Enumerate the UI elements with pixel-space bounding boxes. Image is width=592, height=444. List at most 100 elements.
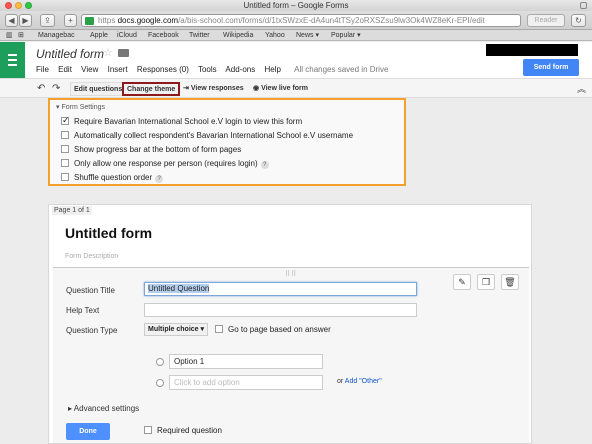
- bookmarks-bar: ▥ ⊞ Managebac Apple iCloud Facebook Twit…: [0, 30, 592, 41]
- eye-icon: ◉: [253, 85, 260, 92]
- checkbox[interactable]: [61, 173, 69, 181]
- window-close-button[interactable]: [5, 2, 12, 9]
- change-theme-button[interactable]: Change theme: [122, 82, 181, 96]
- checkbox[interactable]: [144, 426, 152, 434]
- view-responses-label: View responses: [190, 85, 244, 92]
- option-radio: [156, 358, 164, 366]
- edit-questions-button[interactable]: Edit questions: [70, 82, 127, 96]
- save-status: All changes saved in Drive: [294, 65, 389, 74]
- folder-icon[interactable]: [118, 49, 129, 57]
- page-label: Page 1 of 1: [52, 206, 92, 215]
- window-title: Untitled form – Google Forms: [243, 1, 349, 10]
- bookmark-item[interactable]: Yahoo: [265, 30, 285, 41]
- forward-button[interactable]: ▶: [19, 14, 32, 27]
- address-bar[interactable]: https docs.google.com/a/bis-school.com/f…: [81, 14, 521, 27]
- refresh-icon[interactable]: ↻: [571, 14, 586, 27]
- form-description[interactable]: Form Description: [65, 253, 118, 260]
- back-button[interactable]: ◀: [5, 14, 18, 27]
- view-responses-button[interactable]: ⇥ View responses: [180, 82, 247, 96]
- send-form-button[interactable]: Send form: [523, 59, 579, 76]
- help-text-input[interactable]: [144, 303, 417, 317]
- form-settings-toggle[interactable]: ▾ Form Settings: [56, 103, 105, 111]
- option-radio: [156, 379, 164, 387]
- help-text-label: Help Text: [66, 306, 100, 315]
- goto-page-option[interactable]: Go to page based on answer: [215, 325, 331, 334]
- star-icon[interactable]: ☆: [103, 46, 113, 59]
- google-forms-logo-icon[interactable]: [0, 42, 25, 78]
- bookmark-item[interactable]: Twitter: [189, 30, 210, 41]
- duplicate-icon[interactable]: ❐: [477, 274, 495, 290]
- form-settings-panel: ▾ Form Settings Require Bavarian Interna…: [48, 98, 406, 186]
- new-tab-button[interactable]: +: [64, 14, 77, 27]
- bookmark-item[interactable]: Managebac: [38, 30, 75, 41]
- editor-toolbar: ↶ ↷ Edit questions Change theme ⇥ View r…: [0, 78, 592, 98]
- checkbox[interactable]: [61, 159, 69, 167]
- url-path: /a/bis-school.com/forms/d/1txSWzxE-dA4un…: [178, 16, 485, 25]
- view-live-form-label: View live form: [261, 85, 309, 92]
- view-live-form-button[interactable]: ◉ View live form: [250, 82, 311, 96]
- done-button[interactable]: Done: [66, 423, 110, 440]
- secure-site-icon: [85, 17, 94, 25]
- checkbox[interactable]: [61, 115, 70, 126]
- window-zoom-button[interactable]: [25, 2, 32, 9]
- top-sites-icon[interactable]: ⊞: [18, 30, 24, 41]
- url-scheme: https: [98, 16, 116, 25]
- delete-trash-icon[interactable]: 🗑: [501, 274, 519, 290]
- browser-toolbar: ◀ ▶ ⇪ + https docs.google.com/a/bis-scho…: [0, 11, 592, 30]
- advanced-settings-toggle[interactable]: ▸ Advanced settings: [68, 404, 139, 413]
- bookmark-item[interactable]: iCloud: [117, 30, 137, 41]
- required-question-option[interactable]: Required question: [144, 426, 222, 435]
- help-icon[interactable]: ?: [155, 175, 164, 183]
- setting-one-response[interactable]: Only allow one response per person (requ…: [61, 159, 269, 169]
- form-card: Page 1 of 1 Untitled form Form Descripti…: [48, 204, 532, 444]
- question-editor: ⠿⠿ ✎ ❐ 🗑 Question Title Untitled Questio…: [53, 267, 529, 443]
- bookmark-item[interactable]: News ▾: [296, 30, 319, 41]
- setting-progress-bar[interactable]: Show progress bar at the bottom of form …: [61, 145, 241, 154]
- checkbox[interactable]: [215, 325, 223, 333]
- add-other-option: or Add "Other": [337, 378, 382, 385]
- bookmark-item[interactable]: Facebook: [148, 30, 179, 41]
- menu-addons[interactable]: Add-ons: [225, 65, 255, 74]
- menu-insert[interactable]: Insert: [108, 65, 128, 74]
- menu-view[interactable]: View: [81, 65, 98, 74]
- menu-responses[interactable]: Responses (0): [137, 65, 189, 74]
- menu-bar: File Edit View Insert Responses (0) Tool…: [36, 65, 395, 74]
- reader-button[interactable]: Reader: [527, 14, 565, 27]
- option-1-input[interactable]: Option 1: [169, 354, 323, 369]
- checkbox[interactable]: [61, 145, 69, 153]
- main-area: ▾ Form Settings Require Bavarian Interna…: [0, 98, 592, 444]
- share-icon[interactable]: ⇪: [40, 14, 55, 27]
- bookmark-item[interactable]: Popular ▾: [331, 30, 361, 41]
- window-minimize-button[interactable]: [15, 2, 22, 9]
- document-title[interactable]: Untitled form: [36, 47, 104, 61]
- url-host: docs.google.com: [117, 16, 179, 25]
- menu-tools[interactable]: Tools: [198, 65, 217, 74]
- redo-icon[interactable]: ↷: [52, 83, 60, 94]
- question-type-label: Question Type: [66, 326, 118, 335]
- edit-pencil-icon[interactable]: ✎: [453, 274, 471, 290]
- undo-icon[interactable]: ↶: [37, 83, 45, 94]
- question-title-input[interactable]: Untitled Question: [144, 282, 417, 296]
- help-icon[interactable]: ?: [260, 161, 269, 169]
- add-option-input[interactable]: Click to add option: [169, 375, 323, 390]
- menu-file[interactable]: File: [36, 65, 49, 74]
- form-title[interactable]: Untitled form: [65, 225, 152, 241]
- add-other-link[interactable]: Add "Other": [345, 378, 382, 385]
- setting-collect-username[interactable]: Automatically collect respondent's Bavar…: [61, 131, 353, 140]
- menu-edit[interactable]: Edit: [58, 65, 72, 74]
- fullscreen-icon[interactable]: [580, 2, 587, 9]
- bookmark-item[interactable]: Wikipedia: [223, 30, 253, 41]
- question-title-label: Question Title: [66, 286, 115, 295]
- collapse-chevron-icon[interactable]: ︽: [577, 82, 586, 95]
- window-titlebar: Untitled form – Google Forms: [0, 0, 592, 11]
- setting-shuffle-questions[interactable]: Shuffle question order?: [61, 173, 164, 183]
- drag-handle-icon[interactable]: ⠿⠿: [285, 270, 297, 278]
- responses-icon: ⇥: [183, 85, 189, 92]
- question-type-dropdown[interactable]: Multiple choice ▾: [144, 323, 209, 336]
- menu-help[interactable]: Help: [264, 65, 280, 74]
- redacted-account-area: [486, 44, 578, 56]
- bookmark-item[interactable]: Apple: [90, 30, 108, 41]
- checkbox[interactable]: [61, 131, 69, 139]
- bookmarks-icon[interactable]: ▥: [6, 30, 13, 41]
- setting-require-login[interactable]: Require Bavarian International School e.…: [61, 115, 302, 126]
